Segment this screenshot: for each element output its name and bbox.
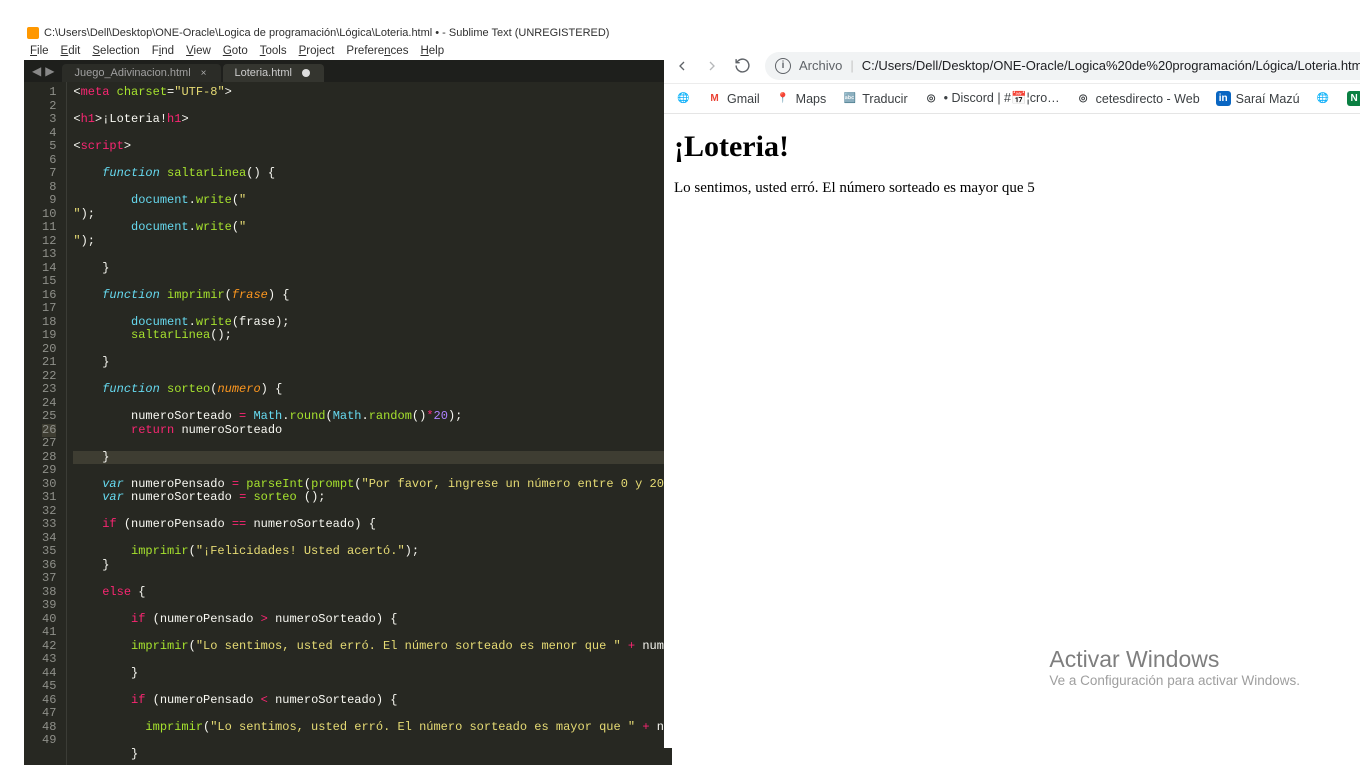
bookmark-icon: 🌐 xyxy=(676,91,691,106)
window-title: C:\Users\Dell\Desktop\ONE-Oracle\Logica … xyxy=(44,27,609,39)
bookmark-icon: N xyxy=(1347,91,1360,106)
reload-button[interactable] xyxy=(734,57,751,75)
bookmark-label: Saraí Mazú xyxy=(1236,92,1300,106)
bookmark-label: Maps xyxy=(796,92,827,106)
bookmark-item[interactable]: 📍 Maps xyxy=(776,91,827,106)
tab-label: Juego_Adivinacion.html xyxy=(74,67,190,79)
bookmark-item[interactable]: 🔤 Traducir xyxy=(842,91,907,106)
bookmark-icon: 📍 xyxy=(776,91,791,106)
bookmark-item[interactable]: NNIKKEN La xyxy=(1347,91,1360,106)
omnibox[interactable]: i Archivo | C:/Users/Dell/Desktop/ONE-Or… xyxy=(765,52,1360,80)
menu-help[interactable]: Help xyxy=(420,45,444,57)
window-title-bar: C:\Users\Dell\Desktop\ONE-Oracle\Logica … xyxy=(24,24,672,42)
tab-bar: ◀▶ Juego_Adivinacion.html × Loteria.html xyxy=(24,60,672,82)
bookmark-item[interactable]: ◎ • Discord | #📅¦cro… xyxy=(924,91,1060,106)
bookmark-icon: M xyxy=(707,91,722,106)
bookmark-label: Traducir xyxy=(862,92,907,106)
watermark-sub: Ve a Configuración para activar Windows. xyxy=(1049,673,1300,688)
bookmarks-bar[interactable]: 🌐 M Gmail 📍 Maps 🔤 Traducir ◎ • Discord | #📅¦cro… xyxy=(664,84,1360,114)
bookmark-item[interactable]: 🌐 xyxy=(676,91,691,106)
menu-edit[interactable]: Edit xyxy=(61,45,81,57)
tab-nav-arrows[interactable]: ◀▶ xyxy=(24,60,62,82)
unsaved-dot-icon[interactable] xyxy=(302,69,310,77)
tab-label: Loteria.html xyxy=(235,67,292,79)
tab-juego-adivinacion[interactable]: Juego_Adivinacion.html × xyxy=(62,64,220,82)
bookmark-item[interactable]: ◎ cetesdirecto - Web xyxy=(1076,91,1200,106)
menu-bar[interactable]: File Edit Selection Find View Goto Tools… xyxy=(24,42,672,60)
menu-view[interactable]: View xyxy=(186,45,211,57)
menu-preferences[interactable]: Preferences xyxy=(346,45,408,57)
bookmark-icon: ◎ xyxy=(924,91,939,106)
page-body: ¡Loteria! Lo sentimos, usted erró. El nú… xyxy=(664,114,1360,748)
arrow-right-icon[interactable]: ▶ xyxy=(45,64,54,78)
sublime-icon xyxy=(27,27,39,39)
back-button[interactable] xyxy=(674,57,690,75)
bookmark-icon: 🌐 xyxy=(1316,91,1331,106)
menu-file[interactable]: File xyxy=(30,45,49,57)
page-text: Lo sentimos, usted erró. El número sorte… xyxy=(674,180,1350,197)
line-gutter: 1234567891011121314151617181920212223242… xyxy=(24,82,67,765)
bookmark-icon: 🔤 xyxy=(842,91,857,106)
editor-area[interactable]: 1234567891011121314151617181920212223242… xyxy=(24,82,672,765)
menu-goto[interactable]: Goto xyxy=(223,45,248,57)
toolbar: i Archivo | C:/Users/Dell/Desktop/ONE-Or… xyxy=(664,48,1360,84)
omnibox-url: C:/Users/Dell/Desktop/ONE-Oracle/Logica%… xyxy=(862,58,1360,73)
bookmark-item[interactable]: in Saraí Mazú xyxy=(1216,91,1300,106)
watermark-title: Activar Windows xyxy=(1049,646,1300,673)
bookmark-icon: in xyxy=(1216,91,1231,106)
bookmark-label: • Discord | #📅¦cro… xyxy=(944,91,1060,106)
omnibox-scheme: Archivo xyxy=(799,58,842,73)
bookmark-item[interactable]: 🌐 xyxy=(1316,91,1331,106)
windows-watermark: Activar Windows Ve a Configuración para … xyxy=(1049,646,1300,688)
bookmark-icon: ◎ xyxy=(1076,91,1091,106)
forward-button[interactable] xyxy=(704,57,720,75)
page-heading: ¡Loteria! xyxy=(674,130,1350,164)
menu-tools[interactable]: Tools xyxy=(260,45,287,57)
tab-loteria[interactable]: Loteria.html xyxy=(223,64,324,82)
bookmark-item[interactable]: M Gmail xyxy=(707,91,760,106)
bookmark-label: Gmail xyxy=(727,92,760,106)
menu-project[interactable]: Project xyxy=(299,45,335,57)
bookmark-label: cetesdirecto - Web xyxy=(1096,92,1200,106)
browser-window: i Archivo | C:/Users/Dell/Desktop/ONE-Or… xyxy=(664,48,1360,748)
site-info-icon[interactable]: i xyxy=(775,58,791,74)
close-icon[interactable]: × xyxy=(201,68,207,79)
sublime-window: C:\Users\Dell\Desktop\ONE-Oracle\Logica … xyxy=(24,24,672,744)
arrow-left-icon[interactable]: ◀ xyxy=(32,64,41,78)
menu-selection[interactable]: Selection xyxy=(92,45,139,57)
menu-find[interactable]: Find xyxy=(152,45,174,57)
code-content[interactable]: <meta charset="UTF-8"> <h1>¡Loteria!h1> … xyxy=(67,82,672,765)
